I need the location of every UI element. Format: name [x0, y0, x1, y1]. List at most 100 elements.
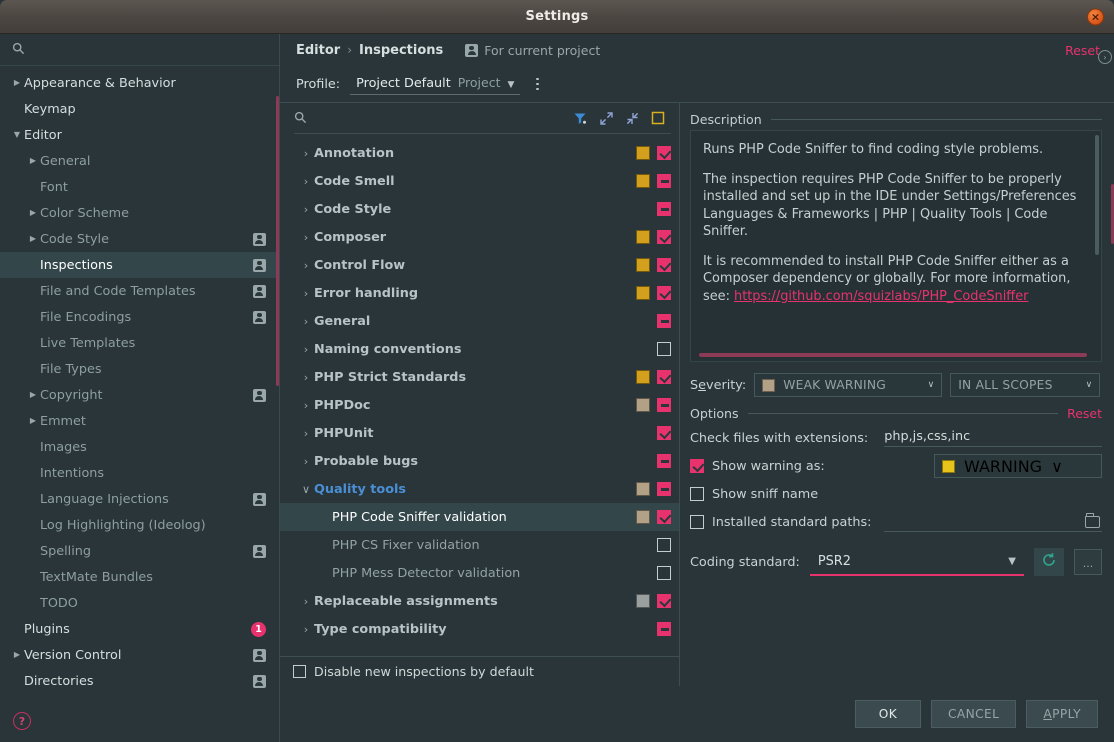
inspection-enabled-checkbox[interactable] — [657, 510, 671, 524]
coding-standard-dropdown[interactable]: PSR2 ▼ — [810, 548, 1024, 576]
sidebar-item-version-control[interactable]: ▶Version Control — [0, 642, 280, 668]
filter-funnel-icon[interactable] — [567, 107, 593, 129]
sidebar-item-language-injections[interactable]: Language Injections — [0, 486, 280, 512]
sidebar-item-inspections[interactable]: Inspections — [0, 252, 280, 278]
sidebar-item-keymap[interactable]: Keymap — [0, 96, 280, 122]
sidebar-scrollbar[interactable] — [276, 96, 279, 386]
inspection-row[interactable]: ›Type compatibility — [280, 615, 679, 643]
inspection-row[interactable]: PHP Code Sniffer validation — [280, 503, 679, 531]
options-reset-button[interactable]: Reset — [1067, 406, 1102, 421]
sidebar-item-plugins[interactable]: Plugins1 — [0, 616, 280, 642]
inspection-enabled-checkbox[interactable] — [657, 482, 671, 496]
inspection-row[interactable]: PHP Mess Detector validation — [280, 559, 679, 587]
close-window-button[interactable]: × — [1087, 8, 1104, 25]
chevron-right-icon[interactable]: › — [298, 623, 314, 636]
chevron-right-icon[interactable]: › — [298, 259, 314, 272]
sidebar-item-color-scheme[interactable]: ▶Color Scheme — [0, 200, 280, 226]
inspection-row[interactable]: ›Probable bugs — [280, 447, 679, 475]
chevron-right-icon[interactable]: › — [298, 455, 314, 468]
chevron-down-icon[interactable]: ▼ — [10, 131, 24, 139]
highlight-square-icon[interactable] — [645, 107, 671, 129]
sidebar-item-images[interactable]: Images — [0, 434, 280, 460]
apply-button[interactable]: APPLY — [1026, 700, 1098, 728]
inspection-enabled-checkbox[interactable] — [657, 202, 671, 216]
inspection-enabled-checkbox[interactable] — [657, 538, 671, 552]
inspection-enabled-checkbox[interactable] — [657, 314, 671, 328]
sidebar-item-file-encodings[interactable]: File Encodings — [0, 304, 280, 330]
description-horizontal-scrollbar[interactable] — [699, 353, 1087, 357]
sidebar-item-emmet[interactable]: ▶Emmet — [0, 408, 280, 434]
chevron-right-icon[interactable]: › — [298, 371, 314, 384]
profile-menu-button[interactable] — [530, 75, 544, 93]
chevron-right-icon[interactable]: ▶ — [10, 651, 24, 659]
sidebar-item-live-templates[interactable]: Live Templates — [0, 330, 280, 356]
sidebar-item-log-highlighting-ideolog[interactable]: Log Highlighting (Ideolog) — [0, 512, 280, 538]
sidebar-item-file-and-code-templates[interactable]: File and Code Templates — [0, 278, 280, 304]
sidebar-item-file-types[interactable]: File Types — [0, 356, 280, 382]
settings-category-tree[interactable]: ▶Appearance & BehaviorKeymap▼Editor▶Gene… — [0, 66, 280, 700]
chevron-right-icon[interactable]: › — [298, 399, 314, 412]
inspection-enabled-checkbox[interactable] — [657, 566, 671, 580]
inspection-row[interactable]: ›General — [280, 307, 679, 335]
sidebar-item-font[interactable]: Font — [0, 174, 280, 200]
inspection-row[interactable]: ›Control Flow — [280, 251, 679, 279]
inspection-row[interactable]: ›Replaceable assignments — [280, 587, 679, 615]
installed-standard-paths-input[interactable] — [884, 512, 1103, 532]
ok-button[interactable]: OK — [855, 700, 921, 728]
chevron-right-icon[interactable]: › — [298, 287, 314, 300]
chevron-right-icon[interactable]: › — [298, 175, 314, 188]
severity-dropdown[interactable]: WEAK WARNING ∨ — [754, 373, 942, 397]
inspection-enabled-checkbox[interactable] — [657, 426, 671, 440]
disable-new-row[interactable]: Disable new inspections by default — [280, 656, 679, 686]
inspection-enabled-checkbox[interactable] — [657, 594, 671, 608]
inspection-enabled-checkbox[interactable] — [657, 230, 671, 244]
sidebar-item-copyright[interactable]: ▶Copyright — [0, 382, 280, 408]
inspection-row[interactable]: ›Code Smell — [280, 167, 679, 195]
cancel-button[interactable]: CANCEL — [931, 700, 1016, 728]
inspection-row[interactable]: ›PHPDoc — [280, 391, 679, 419]
inspection-row[interactable]: ›Composer — [280, 223, 679, 251]
sidebar-search-row[interactable] — [0, 34, 280, 66]
inspection-enabled-checkbox[interactable] — [657, 454, 671, 468]
folder-icon[interactable] — [1085, 516, 1100, 528]
sidebar-item-textmate-bundles[interactable]: TextMate Bundles — [0, 564, 280, 590]
expand-all-icon[interactable] — [593, 107, 619, 129]
chevron-right-icon[interactable]: ▶ — [10, 79, 24, 87]
codesniffer-link[interactable]: https://github.com/squizlabs/PHP_CodeSni… — [734, 289, 1028, 304]
sidebar-item-code-style[interactable]: ▶Code Style — [0, 226, 280, 252]
inspections-search-input[interactable] — [313, 111, 567, 126]
inspections-search-row[interactable] — [294, 109, 567, 128]
inspection-row[interactable]: ›Error handling — [280, 279, 679, 307]
inspection-row[interactable]: ›PHPUnit — [280, 419, 679, 447]
description-vertical-scrollbar[interactable] — [1095, 135, 1099, 255]
chevron-right-icon[interactable]: › — [298, 595, 314, 608]
inspection-enabled-checkbox[interactable] — [657, 622, 671, 636]
profile-dropdown[interactable]: Project Default Project ▼ — [350, 73, 520, 95]
sidebar-item-editor[interactable]: ▼Editor — [0, 122, 280, 148]
chevron-right-icon[interactable]: ▶ — [26, 417, 40, 425]
sidebar-item-intentions[interactable]: Intentions — [0, 460, 280, 486]
chevron-right-icon[interactable]: › — [298, 203, 314, 216]
chevron-right-icon[interactable]: ▶ — [26, 209, 40, 217]
inspection-row[interactable]: ›Annotation — [280, 139, 679, 167]
chevron-right-icon[interactable]: › — [298, 147, 314, 160]
inspection-list[interactable]: ›Annotation›Code Smell›Code Style›Compos… — [280, 134, 679, 656]
header-reset-button[interactable]: Reset — [1065, 43, 1100, 58]
show-sniff-name-checkbox[interactable] — [690, 487, 704, 501]
sidebar-item-directories[interactable]: Directories — [0, 668, 280, 694]
inspection-row[interactable]: PHP CS Fixer validation — [280, 531, 679, 559]
inspection-row[interactable]: ›Code Style — [280, 195, 679, 223]
sidebar-item-appearance-behavior[interactable]: ▶Appearance & Behavior — [0, 70, 280, 96]
chevron-down-icon[interactable]: ∨ — [298, 483, 314, 496]
chevron-right-icon[interactable]: ▶ — [26, 391, 40, 399]
warning-severity-dropdown[interactable]: WARNING ∨ — [934, 454, 1102, 478]
help-icon[interactable]: ? — [13, 712, 31, 730]
chevron-right-icon[interactable]: ▶ — [26, 235, 40, 243]
sidebar-search-input[interactable] — [31, 42, 268, 57]
chevron-right-icon[interactable]: ▶ — [26, 157, 40, 165]
inspection-enabled-checkbox[interactable] — [657, 342, 671, 356]
sidebar-item-general[interactable]: ▶General — [0, 148, 280, 174]
collapse-all-icon[interactable] — [619, 107, 645, 129]
browse-standard-button[interactable]: ... — [1074, 549, 1102, 575]
disable-new-inspections-checkbox[interactable] — [293, 665, 306, 678]
